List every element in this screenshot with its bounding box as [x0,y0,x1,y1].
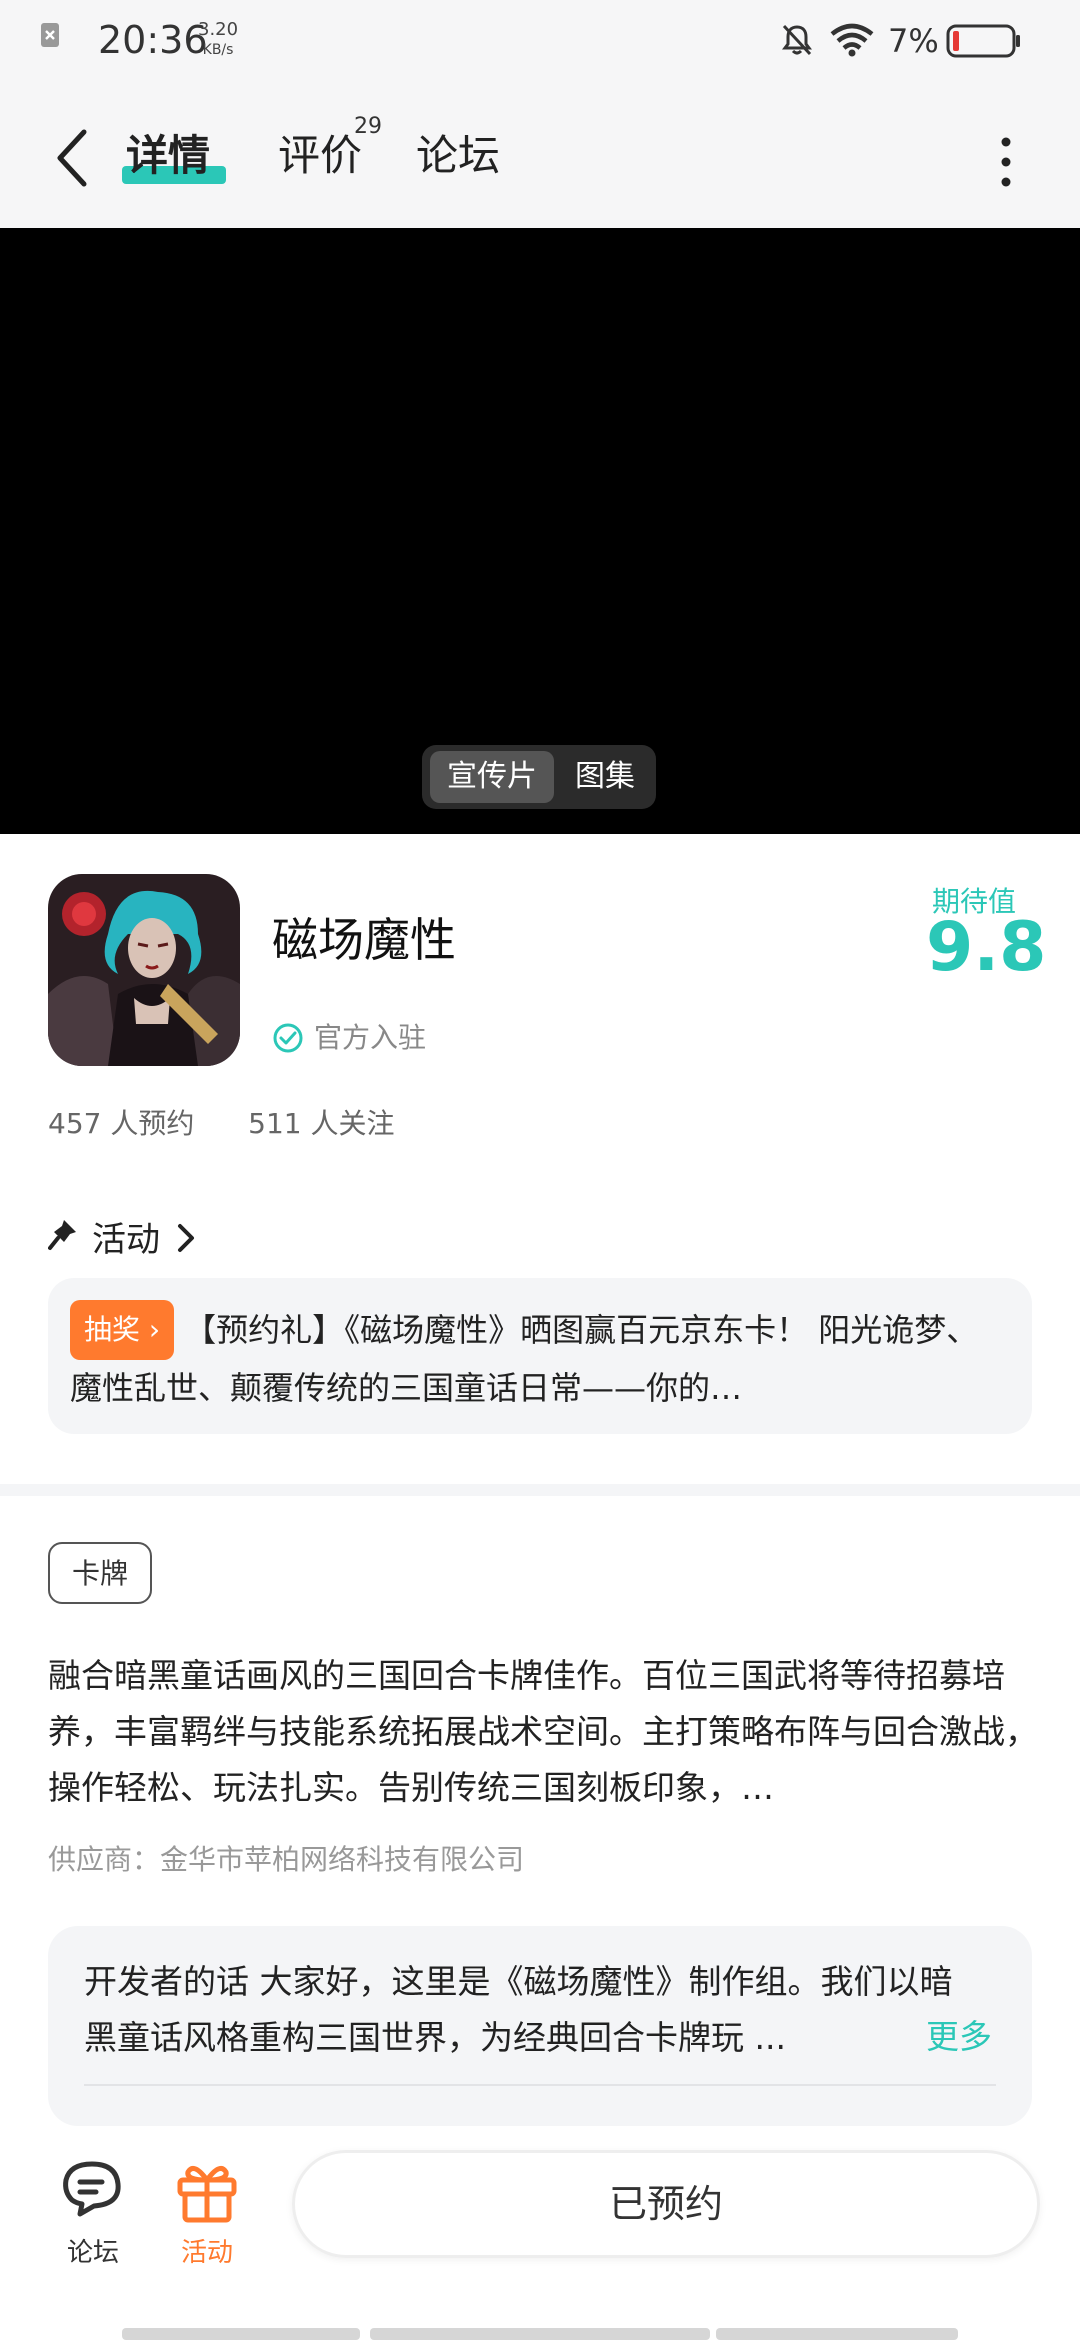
app-name: 磁场魔性 [272,913,456,967]
activity-description: 【预约礼】《磁场魔性》晒图赢百元京东卡！ 阳光诡梦、魔性乱世、颠覆传统的三国童话… [70,1311,979,1407]
forum-icon[interactable] [58,2156,128,2226]
media-toggle: 宣传片 图集 [422,745,656,809]
more-options-icon[interactable] [996,132,1016,192]
official-label: 官方入驻 [314,1021,427,1054]
reviews-count-badge: 29 [354,114,382,139]
follow-count: 511 人关注 [248,1107,395,1140]
clock: 20:36 [98,18,208,62]
forum-label[interactable]: 论坛 [48,2232,138,2269]
tab-details[interactable]: 详情 [126,122,210,183]
network-speed-value: 3.20 [198,19,239,40]
back-arrow-icon[interactable] [52,128,92,188]
gallery-tab[interactable]: 图集 [562,751,648,803]
activity-label[interactable]: 活动 [162,2232,252,2269]
video-player[interactable] [0,228,1080,834]
gift-icon[interactable] [172,2156,242,2226]
reserved-button[interactable]: 已预约 [292,2150,1040,2258]
promo-video-tab[interactable]: 宣传片 [430,751,554,803]
lottery-badge: 抽奖 › [70,1300,175,1360]
nav-gesture-bar-3 [716,2328,958,2340]
pin-icon [48,1220,76,1250]
more-link[interactable]: 更多 [918,2010,992,2058]
tab-reviews[interactable]: 评价 [278,122,362,183]
app-icon [48,874,240,1066]
chevron-right-icon[interactable] [176,1222,196,1254]
supplier-info: 供应商：金华市苹柏网络科技有限公司 [48,1843,525,1876]
reservation-count: 457 人预约 [48,1107,195,1140]
expectation-score: 9.8 [926,908,1047,987]
mute-icon [782,24,812,56]
nav-gesture-bar-2 [370,2328,710,2340]
wifi-icon [830,23,874,57]
bottom-action-bar: 论坛 活动 已预约 [0,2126,1080,2340]
activity-text-block: 抽奖 › 【预约礼】《磁场魔性》晒图赢百元京东卡！ 阳光诡梦、魔性乱世、颠覆传统的… [70,1300,1010,1412]
developer-card-divider [84,2084,996,2086]
developer-note-text: 开发者的话 大家好，这里是《磁场魔性》制作组。我们以暗黑童话风格重构三国世界，为… [84,1962,953,2057]
developer-note-card[interactable]: 开发者的话 大家好，这里是《磁场魔性》制作组。我们以暗黑童话风格重构三国世界，为… [48,1926,1032,2126]
battery-icon [946,24,1020,58]
activity-card[interactable]: 抽奖 › 【预约礼】《磁场魔性》晒图赢百元京东卡！ 阳光诡梦、魔性乱世、颠覆传统的… [48,1278,1032,1434]
top-navigation: 详情 评价 29 论坛 [0,84,1080,228]
category-tag[interactable]: 卡牌 [48,1542,152,1604]
nav-gesture-bar-1 [122,2328,360,2340]
network-speed: 3.20 KB/s [198,20,238,60]
sim-error-icon [41,23,59,47]
tab-forum[interactable]: 论坛 [416,122,500,183]
battery-percentage: 7% [888,22,939,60]
section-divider [0,1484,1080,1496]
game-description[interactable]: 融合暗黑童话画风的三国回合卡牌佳作。百位三国武将等待招募培养，丰富羁绊与技能系统… [48,1648,1038,1816]
verified-icon [273,1023,303,1053]
activity-section-title[interactable]: 活动 [92,1212,160,1261]
network-speed-unit: KB/s [202,42,234,58]
status-bar: 20:36 3.20 KB/s 7% [0,0,1080,84]
app-stats: 457 人预约 511 人关注 [48,1102,395,1142]
